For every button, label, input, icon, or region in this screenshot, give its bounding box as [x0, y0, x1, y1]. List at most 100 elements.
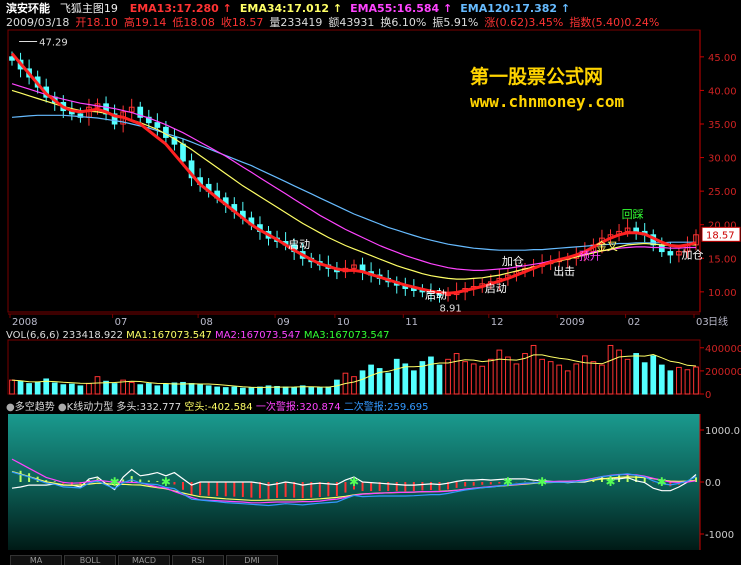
low-price-label: 8.91	[440, 303, 462, 314]
time-tick-label: 2009	[559, 317, 584, 328]
volume-bar	[402, 363, 409, 395]
volume-bar	[436, 364, 443, 395]
volume-bar	[445, 358, 451, 395]
volume-bar	[582, 355, 588, 395]
volume-bar	[163, 383, 169, 395]
volume-bar	[137, 384, 144, 395]
volume-bar	[248, 387, 255, 395]
high-price-label: 47.29	[39, 37, 68, 48]
volume-bar	[676, 366, 682, 395]
volume-bar	[240, 387, 246, 395]
volume-bar	[9, 379, 15, 395]
chart-canvas: 45.0040.0035.0030.0025.0020.0015.0010.00…	[7, 29, 741, 550]
volume-bar	[607, 344, 614, 395]
volume-bar	[94, 376, 101, 395]
volume-bar	[487, 358, 494, 395]
volume-bar	[650, 355, 657, 395]
time-tick-label: 12	[491, 317, 504, 328]
volume-bar	[368, 364, 374, 395]
signal-label: 启动	[425, 289, 447, 302]
volume-bar	[86, 383, 92, 395]
volume-header: VOL(6,6,6) 233418.922 MA1:167073.547 MA2…	[6, 330, 390, 341]
volume-bar	[77, 385, 84, 395]
volume-bar	[351, 376, 357, 395]
volume-bar	[316, 387, 323, 395]
candle-body	[667, 251, 674, 256]
volume-bar	[513, 363, 520, 395]
volume-bar	[145, 383, 152, 395]
volume-bar	[257, 386, 263, 395]
watermark-title: 第一股票公式网	[470, 66, 604, 88]
time-tick-label: 03	[696, 317, 709, 328]
volume-bar	[325, 386, 332, 395]
volume-bar	[214, 386, 221, 395]
price-tick-label: 45.00	[708, 53, 737, 64]
time-tick-label: 02	[628, 317, 641, 328]
signal-star-icon: ✱	[537, 475, 547, 489]
candle-body	[180, 143, 186, 162]
volume-tick-label: 400000	[705, 344, 741, 355]
volume-bar	[624, 358, 631, 395]
volume-bar	[197, 384, 203, 395]
time-tick-label: 08	[200, 317, 213, 328]
volume-bar	[231, 386, 238, 395]
time-tick-label: 10	[337, 317, 350, 328]
indicator-header: ●多空趋势 ●K线动力型 多头:332.777 空头:-402.584 一次警报…	[6, 402, 429, 413]
volume-ma-line	[11, 353, 697, 389]
volume-bar	[334, 379, 340, 395]
ema120-line	[11, 114, 696, 251]
volume-bar	[393, 358, 400, 395]
volume-bar	[530, 344, 537, 395]
volume-bar	[69, 383, 75, 395]
time-tick-label: 2008	[12, 317, 37, 328]
signal-label: 回踩	[622, 208, 644, 221]
volume-bar	[573, 363, 580, 395]
volume-bar	[470, 363, 477, 395]
candle-body	[633, 227, 639, 232]
signal-label: 加仓	[502, 254, 524, 268]
volume-bar	[556, 364, 563, 395]
price-tick-label: 30.00	[708, 154, 737, 165]
volume-bar	[51, 382, 58, 395]
volume-bar	[111, 383, 118, 395]
price-tick-label: 40.00	[708, 86, 737, 97]
volume-bar	[359, 370, 366, 395]
volume-bar	[539, 358, 545, 395]
signal-label: 启动	[485, 282, 507, 295]
current-price-label: 18.57	[706, 230, 735, 241]
price-panel: 45.0040.0035.0030.0025.0020.0015.0010.00…	[7, 29, 741, 328]
volume-bar	[188, 383, 195, 395]
volume-bar	[282, 386, 289, 395]
volume-bar	[496, 349, 503, 395]
time-tick-label: 11	[405, 317, 418, 328]
signal-star-icon: ✱	[606, 475, 616, 489]
volume-tick-label: 200000	[705, 367, 741, 378]
time-unit-label: 日线	[708, 315, 728, 328]
signal-star-icon: ✱	[503, 475, 513, 489]
volume-bar	[34, 381, 41, 395]
volume-bar	[479, 365, 486, 395]
price-tick-label: 15.00	[708, 254, 737, 265]
price-tick-label: 35.00	[708, 120, 737, 131]
volume-bar	[411, 370, 417, 395]
signal-star-icon: ✱	[110, 475, 120, 489]
signal-star-icon: ✱	[161, 475, 171, 489]
volume-bar	[128, 381, 135, 395]
volume-bar	[291, 387, 297, 395]
volume-bar	[658, 364, 665, 395]
volume-bar	[564, 370, 571, 395]
indicator-panel: 1000.0 0.0 -1000 ✱ ✱ ✱ ✱ ✱ ✱ ✱	[8, 414, 740, 550]
volume-bar	[26, 383, 32, 395]
time-tick-label: 07	[115, 317, 128, 328]
signal-label: 出击	[553, 264, 575, 278]
volume-bar	[17, 380, 24, 395]
volume-bar	[547, 361, 554, 395]
indicator-dot-icon: ●	[57, 402, 67, 413]
signal-star-icon: ✱	[657, 475, 667, 489]
volume-bar	[205, 385, 212, 395]
signal-label: 金叉	[596, 239, 618, 253]
candle-body	[154, 122, 161, 128]
indicator-tick-label: 0.0	[705, 478, 721, 489]
volume-bar	[641, 362, 648, 395]
signal-label: 加仓	[681, 247, 703, 261]
